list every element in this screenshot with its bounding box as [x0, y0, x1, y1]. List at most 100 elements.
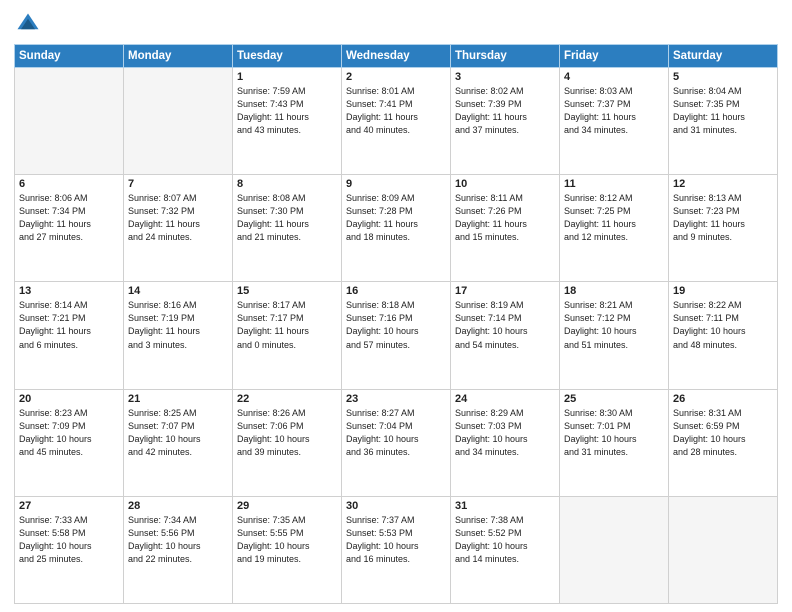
day-number: 18 [564, 285, 664, 297]
page: SundayMondayTuesdayWednesdayThursdayFrid… [0, 0, 792, 612]
day-number: 11 [564, 178, 664, 190]
calendar-cell: 18 Sunrise: 8:21 AM Sunset: 7:12 PM Dayli… [560, 282, 669, 389]
day-number: 30 [346, 500, 446, 512]
day-number: 28 [128, 500, 228, 512]
calendar-cell: 29Sunrise: 7:35 AM Sunset: 5:55 PM Dayli… [233, 496, 342, 603]
day-detail: Sunrise: 8:08 AM Sunset: 7:30 PM Dayligh… [237, 192, 337, 244]
calendar-cell: 28 Sunrise: 7:34 AM Sunset: 5:56 PM Dayli… [124, 496, 233, 603]
calendar-cell: 21 Sunrise: 8:25 AM Sunset: 7:07 PM Dayli… [124, 389, 233, 496]
day-number: 8 [237, 178, 337, 190]
day-number: 12 [673, 178, 773, 190]
calendar-cell: 30Sunrise: 7:37 AM Sunset: 5:53 PM Dayli… [342, 496, 451, 603]
day-detail: Sunrise: 7:34 AM Sunset: 5:56 PM Dayligh… [128, 514, 228, 566]
calendar-cell: 19 Sunrise: 8:22 AM Sunset: 7:11 PM Dayli… [669, 282, 778, 389]
day-number: 4 [564, 71, 664, 83]
day-detail: Sunrise: 8:26 AM Sunset: 7:06 PM Dayligh… [237, 407, 337, 459]
logo [14, 10, 46, 38]
day-detail: Sunrise: 7:35 AM Sunset: 5:55 PM Dayligh… [237, 514, 337, 566]
day-number: 14 [128, 285, 228, 297]
day-detail: Sunrise: 7:59 AM Sunset: 7:43 PM Dayligh… [237, 85, 337, 137]
day-number: 9 [346, 178, 446, 190]
calendar-day-header: Monday [124, 45, 233, 68]
day-number: 6 [19, 178, 119, 190]
calendar-cell [124, 68, 233, 175]
day-number: 1 [237, 71, 337, 83]
calendar-cell: 20 Sunrise: 8:23 AM Sunset: 7:09 PM Dayli… [15, 389, 124, 496]
day-detail: Sunrise: 8:23 AM Sunset: 7:09 PM Dayligh… [19, 407, 119, 459]
day-number: 10 [455, 178, 555, 190]
day-detail: Sunrise: 8:06 AM Sunset: 7:34 PM Dayligh… [19, 192, 119, 244]
day-detail: Sunrise: 8:09 AM Sunset: 7:28 PM Dayligh… [346, 192, 446, 244]
calendar-cell: 3Sunrise: 8:02 AM Sunset: 7:39 PM Daylig… [451, 68, 560, 175]
calendar-week-row: 20 Sunrise: 8:23 AM Sunset: 7:09 PM Dayli… [15, 389, 778, 496]
day-number: 7 [128, 178, 228, 190]
day-number: 24 [455, 393, 555, 405]
calendar-day-header: Sunday [15, 45, 124, 68]
day-detail: Sunrise: 7:38 AM Sunset: 5:52 PM Dayligh… [455, 514, 555, 566]
day-number: 2 [346, 71, 446, 83]
calendar-cell: 27Sunrise: 7:33 AM Sunset: 5:58 PM Dayli… [15, 496, 124, 603]
day-number: 20 [19, 393, 119, 405]
day-detail: Sunrise: 8:19 AM Sunset: 7:14 PM Dayligh… [455, 299, 555, 351]
calendar-cell: 9 Sunrise: 8:09 AM Sunset: 7:28 PM Daylig… [342, 175, 451, 282]
day-detail: Sunrise: 8:11 AM Sunset: 7:26 PM Dayligh… [455, 192, 555, 244]
calendar-day-header: Tuesday [233, 45, 342, 68]
day-detail: Sunrise: 8:14 AM Sunset: 7:21 PM Dayligh… [19, 299, 119, 351]
calendar-cell: 16 Sunrise: 8:18 AM Sunset: 7:16 PM Dayli… [342, 282, 451, 389]
day-detail: Sunrise: 8:17 AM Sunset: 7:17 PM Dayligh… [237, 299, 337, 351]
day-detail: Sunrise: 8:18 AM Sunset: 7:16 PM Dayligh… [346, 299, 446, 351]
calendar-cell: 4 Sunrise: 8:03 AM Sunset: 7:37 PM Daylig… [560, 68, 669, 175]
calendar-cell: 6 Sunrise: 8:06 AM Sunset: 7:34 PM Daylig… [15, 175, 124, 282]
calendar-week-row: 1 Sunrise: 7:59 AM Sunset: 7:43 PM Daylig… [15, 68, 778, 175]
calendar-cell: 2 Sunrise: 8:01 AM Sunset: 7:41 PM Daylig… [342, 68, 451, 175]
calendar-cell [669, 496, 778, 603]
day-detail: Sunrise: 8:27 AM Sunset: 7:04 PM Dayligh… [346, 407, 446, 459]
day-number: 13 [19, 285, 119, 297]
calendar-cell: 10 Sunrise: 8:11 AM Sunset: 7:26 PM Dayli… [451, 175, 560, 282]
day-number: 16 [346, 285, 446, 297]
day-number: 23 [346, 393, 446, 405]
day-detail: Sunrise: 8:03 AM Sunset: 7:37 PM Dayligh… [564, 85, 664, 137]
calendar-cell: 14 Sunrise: 8:16 AM Sunset: 7:19 PM Dayli… [124, 282, 233, 389]
day-detail: Sunrise: 8:01 AM Sunset: 7:41 PM Dayligh… [346, 85, 446, 137]
calendar-cell: 23 Sunrise: 8:27 AM Sunset: 7:04 PM Dayli… [342, 389, 451, 496]
day-detail: Sunrise: 8:22 AM Sunset: 7:11 PM Dayligh… [673, 299, 773, 351]
logo-icon [14, 10, 42, 38]
calendar-cell [560, 496, 669, 603]
calendar-week-row: 27Sunrise: 7:33 AM Sunset: 5:58 PM Dayli… [15, 496, 778, 603]
day-detail: Sunrise: 8:29 AM Sunset: 7:03 PM Dayligh… [455, 407, 555, 459]
calendar-cell: 1 Sunrise: 7:59 AM Sunset: 7:43 PM Daylig… [233, 68, 342, 175]
day-number: 27 [19, 500, 119, 512]
day-number: 5 [673, 71, 773, 83]
calendar-cell: 17Sunrise: 8:19 AM Sunset: 7:14 PM Dayli… [451, 282, 560, 389]
calendar-table: SundayMondayTuesdayWednesdayThursdayFrid… [14, 44, 778, 604]
calendar-day-header: Thursday [451, 45, 560, 68]
day-detail: Sunrise: 8:21 AM Sunset: 7:12 PM Dayligh… [564, 299, 664, 351]
calendar-day-header: Wednesday [342, 45, 451, 68]
calendar-cell: 22Sunrise: 8:26 AM Sunset: 7:06 PM Dayli… [233, 389, 342, 496]
calendar-week-row: 13 Sunrise: 8:14 AM Sunset: 7:21 PM Dayli… [15, 282, 778, 389]
calendar-cell: 7 Sunrise: 8:07 AM Sunset: 7:32 PM Daylig… [124, 175, 233, 282]
calendar-cell [15, 68, 124, 175]
day-detail: Sunrise: 8:12 AM Sunset: 7:25 PM Dayligh… [564, 192, 664, 244]
day-detail: Sunrise: 8:16 AM Sunset: 7:19 PM Dayligh… [128, 299, 228, 351]
calendar-day-header: Saturday [669, 45, 778, 68]
day-detail: Sunrise: 8:04 AM Sunset: 7:35 PM Dayligh… [673, 85, 773, 137]
calendar-cell: 15Sunrise: 8:17 AM Sunset: 7:17 PM Dayli… [233, 282, 342, 389]
calendar-cell: 5 Sunrise: 8:04 AM Sunset: 7:35 PM Daylig… [669, 68, 778, 175]
calendar-cell: 26 Sunrise: 8:31 AM Sunset: 6:59 PM Dayli… [669, 389, 778, 496]
day-detail: Sunrise: 8:30 AM Sunset: 7:01 PM Dayligh… [564, 407, 664, 459]
calendar-day-header: Friday [560, 45, 669, 68]
day-number: 19 [673, 285, 773, 297]
calendar-cell: 8 Sunrise: 8:08 AM Sunset: 7:30 PM Daylig… [233, 175, 342, 282]
day-number: 21 [128, 393, 228, 405]
day-number: 31 [455, 500, 555, 512]
day-detail: Sunrise: 8:07 AM Sunset: 7:32 PM Dayligh… [128, 192, 228, 244]
day-detail: Sunrise: 8:31 AM Sunset: 6:59 PM Dayligh… [673, 407, 773, 459]
day-number: 3 [455, 71, 555, 83]
calendar-cell: 24 Sunrise: 8:29 AM Sunset: 7:03 PM Dayli… [451, 389, 560, 496]
day-detail: Sunrise: 8:25 AM Sunset: 7:07 PM Dayligh… [128, 407, 228, 459]
day-number: 26 [673, 393, 773, 405]
calendar-cell: 11 Sunrise: 8:12 AM Sunset: 7:25 PM Dayli… [560, 175, 669, 282]
calendar-cell: 31 Sunrise: 7:38 AM Sunset: 5:52 PM Dayli… [451, 496, 560, 603]
